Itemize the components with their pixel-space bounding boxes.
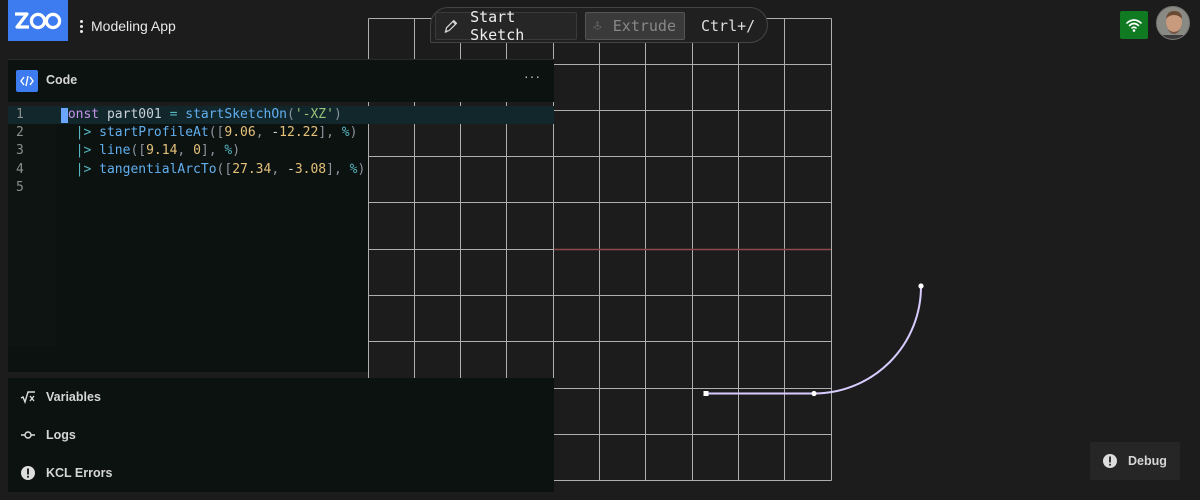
wifi-icon <box>1126 19 1142 32</box>
kcl-errors-panel-button[interactable]: KCL Errors <box>8 454 554 492</box>
command-bar-shortcut[interactable]: Ctrl+/ <box>693 12 759 40</box>
kcl-errors-label: KCL Errors <box>46 466 113 480</box>
start-sketch-label: Start Sketch <box>470 8 525 44</box>
code-pane-menu-button[interactable]: ··· <box>524 68 541 84</box>
code-pane-header: Code ··· <box>8 60 554 102</box>
exclamation-icon <box>1102 453 1118 469</box>
text-cursor <box>61 108 68 123</box>
network-health-button[interactable] <box>1120 11 1148 39</box>
code-pane-title: Code <box>46 73 78 87</box>
shortcut-label: Ctrl+/ <box>701 17 756 35</box>
profile-start-handle <box>703 391 709 396</box>
logs-label: Logs <box>46 428 76 442</box>
extrude-icon <box>593 21 602 30</box>
segment-end-handle <box>811 390 817 397</box>
code-line[interactable]: |> startProfileAt([9.06, -12.22], %) <box>60 125 358 140</box>
sketch-profile <box>703 283 924 397</box>
gutter-strip <box>8 346 56 372</box>
code-line[interactable]: |> line([9.14, 0], %) <box>60 143 240 158</box>
line-number: 2 <box>16 125 24 140</box>
bottom-panels: Variables Logs KCL Errors <box>8 378 554 492</box>
logs-panel-button[interactable]: Logs <box>8 416 554 454</box>
arc-end-handle <box>918 283 924 289</box>
variables-panel-button[interactable]: Variables <box>8 378 554 416</box>
line-number: 3 <box>16 143 24 158</box>
line-number: 4 <box>16 162 24 177</box>
square-root-icon <box>20 389 36 405</box>
line-number: 1 <box>16 107 24 122</box>
code-line[interactable]: const part001 = startSketchOn('-XZ') <box>60 107 342 122</box>
line-number-gutter <box>8 106 56 346</box>
code-pane: Code ··· 1 2 3 4 5 const part001 = start… <box>8 59 554 372</box>
extrude-button[interactable]: Extrude <box>585 12 685 40</box>
user-avatar[interactable] <box>1156 6 1190 40</box>
modeling-toolbar: Start Sketch Extrude Ctrl+/ <box>430 7 768 44</box>
code-line[interactable]: |> tangentialArcTo([27.34, -3.08], %) <box>60 162 366 177</box>
pencil-icon <box>444 19 458 33</box>
variables-label: Variables <box>46 390 101 404</box>
start-sketch-button[interactable]: Start Sketch <box>435 8 577 44</box>
exclamation-icon <box>20 465 36 481</box>
debug-button[interactable]: Debug <box>1090 442 1180 480</box>
code-icon <box>16 70 38 92</box>
sketch-tangential-arc <box>813 285 923 395</box>
debug-label: Debug <box>1128 454 1167 468</box>
commit-icon <box>20 427 36 443</box>
line-number: 5 <box>16 180 24 195</box>
extrude-label: Extrude <box>612 17 676 35</box>
